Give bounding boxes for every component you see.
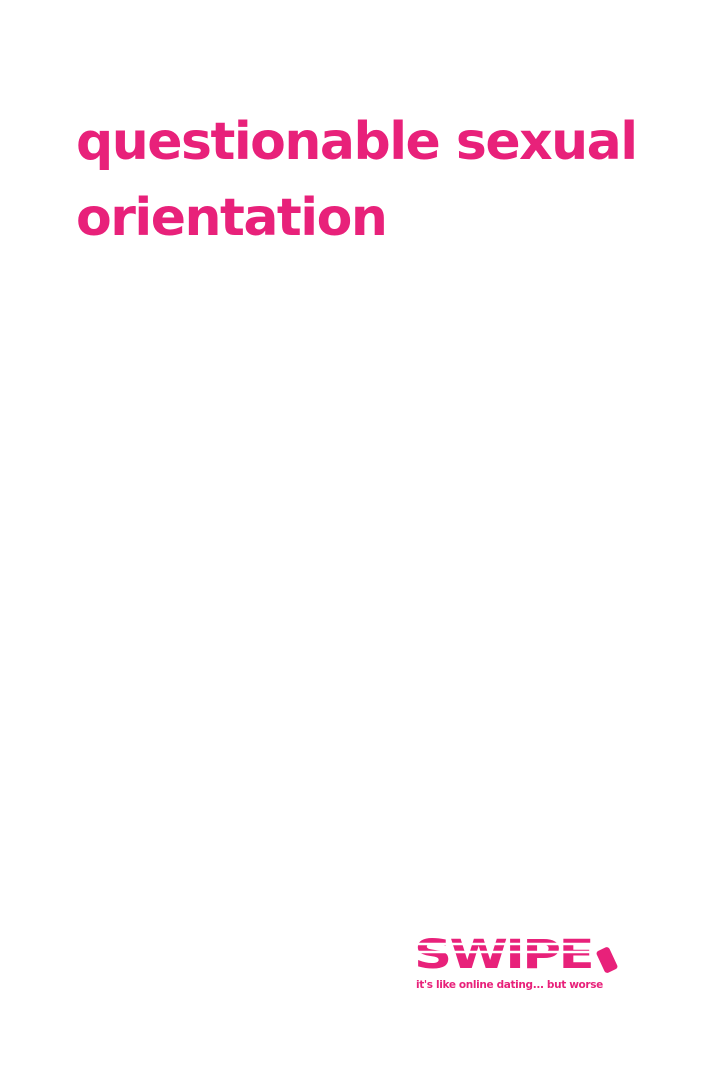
logo-wordmark: SWIPE xyxy=(414,932,592,976)
card-title: questionable sexual orientation xyxy=(76,112,638,248)
brand-tagline: it's like online dating... but worse xyxy=(416,979,603,991)
swipe-logo-icon: SWIPE xyxy=(414,932,618,976)
phone-icon xyxy=(596,947,618,973)
